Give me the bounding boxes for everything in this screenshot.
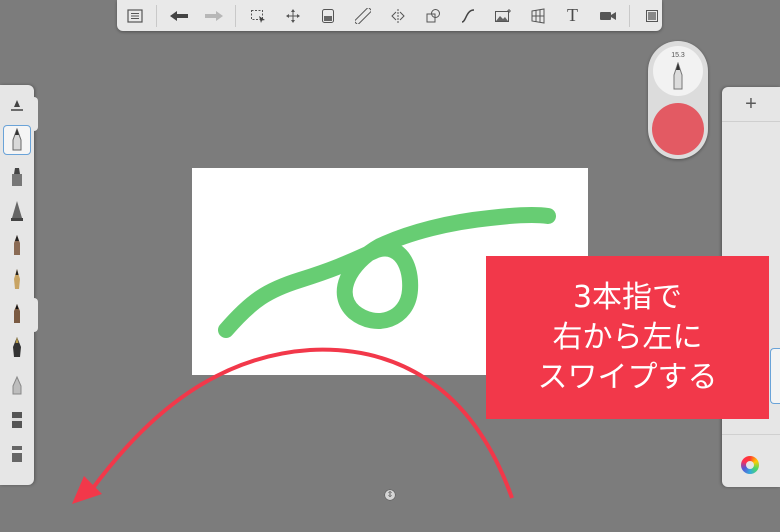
add-layer-button[interactable]: +: [722, 87, 780, 122]
center-handle-icon[interactable]: ⇕: [384, 489, 396, 501]
brush-size-value: 15.3: [671, 52, 685, 59]
layers-divider: [722, 434, 780, 435]
instruction-callout: 3本指で 右から左に スワイプする: [486, 256, 769, 419]
current-color-swatch[interactable]: [652, 103, 704, 155]
instruction-line-3: スワイプする: [537, 359, 718, 395]
brush-size-preview[interactable]: 15.3: [653, 46, 703, 96]
pencil-preview-icon: [673, 62, 683, 90]
swipe-arrow-curve: [88, 347, 514, 499]
brush-color-puck[interactable]: 15.3: [648, 41, 708, 159]
instruction-line-1: 3本指で: [572, 279, 683, 315]
instruction-line-2: 右から左に: [552, 319, 703, 355]
color-wheel-icon[interactable]: [741, 456, 759, 474]
selected-layer-thumbnail[interactable]: [770, 348, 780, 404]
